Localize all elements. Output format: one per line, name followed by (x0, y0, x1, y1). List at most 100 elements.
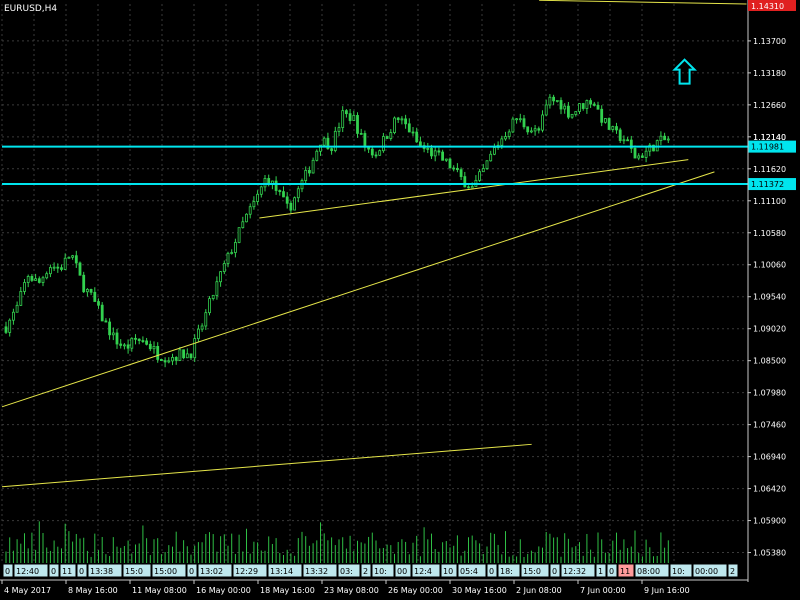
candle-body (126, 344, 130, 349)
candle-body (548, 96, 552, 106)
candle-body (589, 100, 592, 105)
candle-body (78, 262, 82, 276)
time-label-text: 15:0 (523, 567, 541, 576)
x-tick-label: 11 May 08:00 (132, 586, 187, 595)
candle-body (37, 278, 41, 283)
time-label-text: 15:00 (154, 567, 177, 576)
candle-body (226, 252, 230, 264)
time-label-text: 0 (609, 567, 614, 576)
candle-body (263, 178, 267, 188)
candle-body (533, 128, 537, 132)
candle-body (285, 196, 289, 204)
candle-body (230, 252, 234, 254)
candle-body (315, 150, 319, 161)
candle-body (492, 147, 496, 155)
candle-body (104, 320, 108, 323)
x-tick-label: 7 Jun 00:00 (580, 586, 626, 595)
candle-body (71, 255, 74, 258)
candle-body (544, 104, 548, 116)
y-tick-label: 1.10060 (753, 261, 786, 270)
candle-body (607, 118, 611, 130)
candle-body (148, 343, 152, 350)
candle-body (455, 167, 459, 171)
candle-body (341, 110, 345, 128)
candle-body (592, 103, 596, 106)
candle-body (30, 276, 34, 281)
candle-body (278, 190, 282, 193)
candle-body (193, 338, 197, 359)
candle-body (330, 148, 334, 151)
time-label-text: 05:4 (460, 567, 478, 576)
candle-body (204, 312, 208, 327)
price-chart[interactable]: 1.11981 1.11372 1.13700 1.13180 1.12660 1.12… (0, 0, 800, 600)
y-tick-label: 1.13700 (753, 37, 786, 46)
candle-body (67, 256, 71, 259)
time-label-text: 12:4 (414, 567, 432, 576)
time-label-text: 2 (363, 567, 368, 576)
y-tick-label: 1.05380 (753, 549, 786, 558)
candle-body (467, 186, 470, 189)
candle-body (241, 221, 245, 229)
candle-body (666, 138, 670, 141)
candle-body (141, 340, 145, 342)
candle-body (411, 131, 415, 134)
candle-body (511, 118, 515, 133)
time-label-text: 00:00 (695, 567, 718, 576)
candle-body (426, 147, 430, 150)
candle-body (100, 304, 104, 322)
candle-body (163, 360, 167, 363)
time-label-text: 0 (552, 567, 557, 576)
candle-body (208, 298, 211, 314)
candle-body (404, 118, 408, 125)
candle-body (200, 325, 204, 330)
candle-body (611, 126, 615, 130)
candle-body (348, 113, 352, 121)
candle-body (578, 103, 581, 112)
candle-body (86, 288, 89, 293)
time-label-text: 12:32 (563, 567, 586, 576)
time-label-text: 11 (620, 567, 630, 576)
time-label-text: 13:38 (90, 567, 113, 576)
candle-body (537, 128, 541, 131)
price-tag-label: 1.11981 (751, 143, 784, 152)
x-tick-label: 23 May 08:00 (324, 586, 379, 595)
candle-body (15, 304, 19, 313)
candle-body (185, 353, 189, 359)
y-tick-label: 1.05900 (753, 517, 786, 526)
price-tag-label: 1.11372 (751, 180, 784, 189)
time-label-text: 12:40 (16, 567, 39, 576)
top-price-tag-label: 1.14310 (751, 2, 784, 11)
time-label-text: 12:29 (235, 567, 258, 576)
candle-body (56, 266, 60, 269)
candle-body (522, 118, 526, 128)
candle-body (45, 273, 49, 279)
candle-body (407, 123, 411, 133)
time-label-text: 0 (51, 567, 56, 576)
candle-body (374, 154, 378, 157)
candle-body (459, 169, 463, 177)
candle-body (49, 267, 52, 275)
candle-body (137, 338, 141, 341)
candle-body (189, 353, 193, 359)
candle-body (111, 332, 115, 336)
candle-body (393, 117, 396, 133)
candle-body (396, 117, 400, 120)
candle-body (570, 113, 574, 118)
time-label-text: 0 (5, 567, 10, 576)
candle-body (52, 266, 56, 269)
candle-body (563, 105, 567, 110)
candle-body (26, 276, 30, 283)
candle-body (507, 131, 511, 137)
candle-body (97, 301, 100, 306)
candle-body (337, 127, 341, 132)
y-tick-label: 1.07980 (753, 389, 786, 398)
candle-body (378, 150, 382, 156)
candle-body (89, 288, 93, 293)
candle-body (145, 340, 149, 345)
candle-body (123, 344, 126, 347)
candle-body (171, 357, 174, 362)
candle-body (63, 257, 67, 270)
candle-body (215, 281, 219, 296)
candle-body (74, 255, 78, 264)
time-label-text: 13:02 (200, 567, 223, 576)
